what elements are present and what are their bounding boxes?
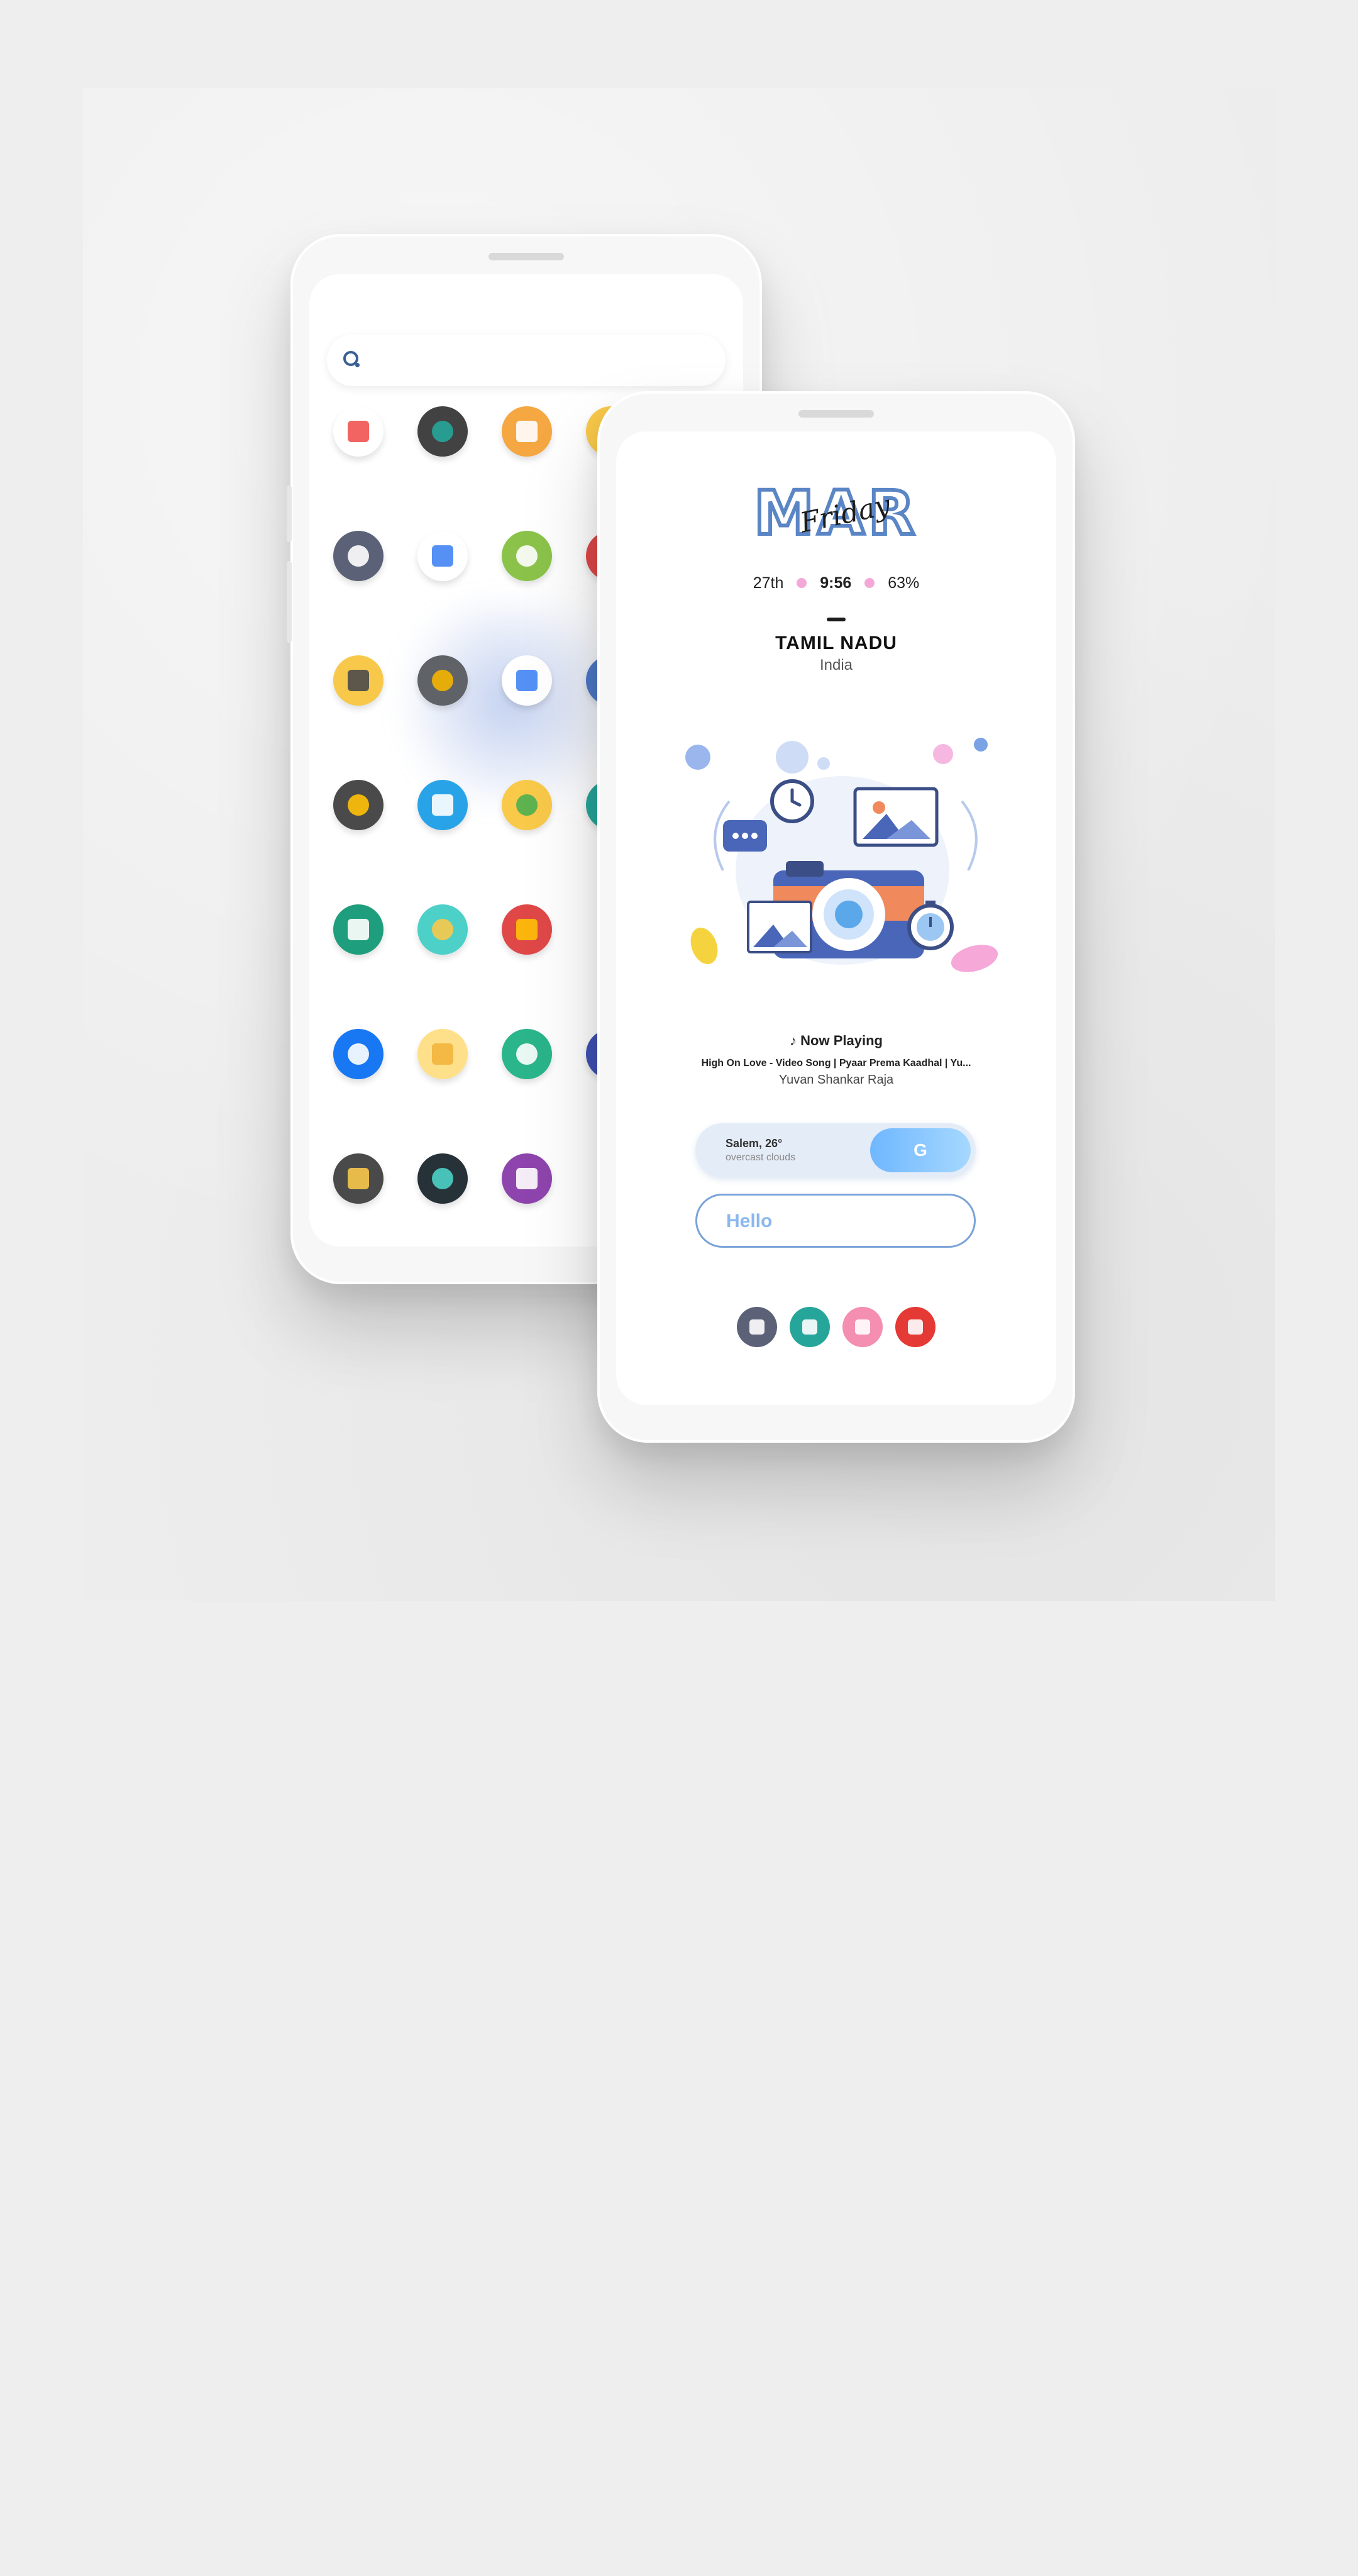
separator-dot xyxy=(797,578,807,589)
power-button xyxy=(287,561,292,643)
amazon-icon[interactable] xyxy=(502,406,552,457)
facebook-icon[interactable] xyxy=(333,1029,384,1079)
downloads-icon-glyph xyxy=(348,421,369,442)
download-arrow-icon[interactable] xyxy=(502,1029,552,1079)
downloads-icon[interactable] xyxy=(333,406,384,457)
feedly-icon-glyph xyxy=(516,545,538,567)
camera-app-icon-glyph xyxy=(855,1319,870,1335)
color-palette-icon[interactable] xyxy=(333,780,384,830)
photos-camera-icon-glyph xyxy=(432,670,453,691)
date-time-battery-row: 27th 9:56 63% xyxy=(616,574,1056,592)
film-icon[interactable] xyxy=(417,406,468,457)
lock-icon-glyph xyxy=(516,919,538,940)
file-manager-icon-glyph xyxy=(432,1043,453,1065)
camera-illustration xyxy=(685,738,998,972)
weather-widget[interactable]: Salem, 26° overcast clouds G xyxy=(695,1123,976,1177)
hexagon-icon-glyph xyxy=(516,1168,538,1189)
facebook-icon-glyph xyxy=(348,1043,369,1065)
app-dock xyxy=(616,1307,1056,1357)
time-label: 9:56 xyxy=(820,574,852,592)
battery-label: 63% xyxy=(888,574,920,592)
calendar-clock-icon[interactable] xyxy=(502,780,552,830)
whatsapp-plus-icon[interactable] xyxy=(790,1307,830,1347)
google-g-icon: G xyxy=(914,1140,927,1160)
speaker-grille xyxy=(489,253,564,260)
song-title[interactable]: High On Love - Video Song | Pyaar Prema … xyxy=(616,1058,1056,1069)
radio-icon-glyph xyxy=(348,1168,369,1189)
front-phone: MAR Friday 27th 9:56 63% TAMIL NADU Indi… xyxy=(597,391,1075,1443)
volume-button xyxy=(287,486,292,542)
weather-city-temp: Salem, 26° xyxy=(726,1137,783,1150)
song-artist: Yuvan Shankar Raja xyxy=(778,1073,894,1087)
app-search-bar[interactable] xyxy=(327,335,726,386)
camera-icon-glyph xyxy=(348,670,369,691)
calendar-clock-icon-glyph xyxy=(516,794,538,816)
google-assistant-icon[interactable] xyxy=(417,531,468,581)
bunny-icon[interactable] xyxy=(417,1153,468,1204)
youtube-play-icon-glyph xyxy=(908,1319,923,1335)
feedly-icon[interactable] xyxy=(502,531,552,581)
bat-mask-icon-glyph xyxy=(348,545,369,567)
photos-camera-icon[interactable] xyxy=(417,655,468,706)
date-label: 27th xyxy=(753,574,784,592)
google-search-button[interactable]: G xyxy=(870,1128,971,1172)
google-assistant-icon-glyph xyxy=(432,545,453,567)
bat-mask-icon[interactable] xyxy=(333,531,384,581)
amazon-icon-glyph xyxy=(516,421,538,442)
divider xyxy=(827,618,846,621)
location-title: TAMIL NADU xyxy=(775,633,897,653)
now-playing-label: ♪ Now Playing xyxy=(790,1033,883,1048)
file-manager-icon[interactable] xyxy=(417,1029,468,1079)
camera-icon[interactable] xyxy=(333,655,384,706)
contacts-icon-glyph xyxy=(432,794,453,816)
data-usage-icon-glyph xyxy=(432,919,453,940)
speaker-grille xyxy=(798,410,874,418)
car-shortcut-icon[interactable] xyxy=(737,1307,777,1347)
film-icon-glyph xyxy=(432,421,453,442)
camera-app-icon[interactable] xyxy=(842,1307,883,1347)
calculator-icon-glyph xyxy=(348,919,369,940)
home-screen: MAR Friday 27th 9:56 63% TAMIL NADU Indi… xyxy=(616,431,1056,1405)
hello-text: Hello xyxy=(726,1211,773,1231)
car-shortcut-icon-glyph xyxy=(749,1319,765,1335)
poster-background: MAR Friday 27th 9:56 63% TAMIL NADU Indi… xyxy=(83,88,1275,1601)
search-icon xyxy=(343,351,360,367)
bunny-icon-glyph xyxy=(432,1168,453,1189)
chrome-icon-glyph xyxy=(516,670,538,691)
hello-widget[interactable]: Hello xyxy=(695,1194,976,1248)
lock-icon[interactable] xyxy=(502,904,552,955)
calculator-icon[interactable] xyxy=(333,904,384,955)
separator-dot xyxy=(864,578,875,589)
hexagon-icon[interactable] xyxy=(502,1153,552,1204)
chrome-icon[interactable] xyxy=(502,655,552,706)
contacts-icon[interactable] xyxy=(417,780,468,830)
weather-condition: overcast clouds xyxy=(726,1152,796,1163)
location-country: India xyxy=(819,657,853,674)
download-arrow-icon-glyph xyxy=(516,1043,538,1065)
youtube-play-icon[interactable] xyxy=(895,1307,936,1347)
color-palette-icon-glyph xyxy=(348,794,369,816)
radio-icon[interactable] xyxy=(333,1153,384,1204)
data-usage-icon[interactable] xyxy=(417,904,468,955)
month-widget: MAR Friday xyxy=(616,481,1056,545)
whatsapp-plus-icon-glyph xyxy=(802,1319,817,1335)
